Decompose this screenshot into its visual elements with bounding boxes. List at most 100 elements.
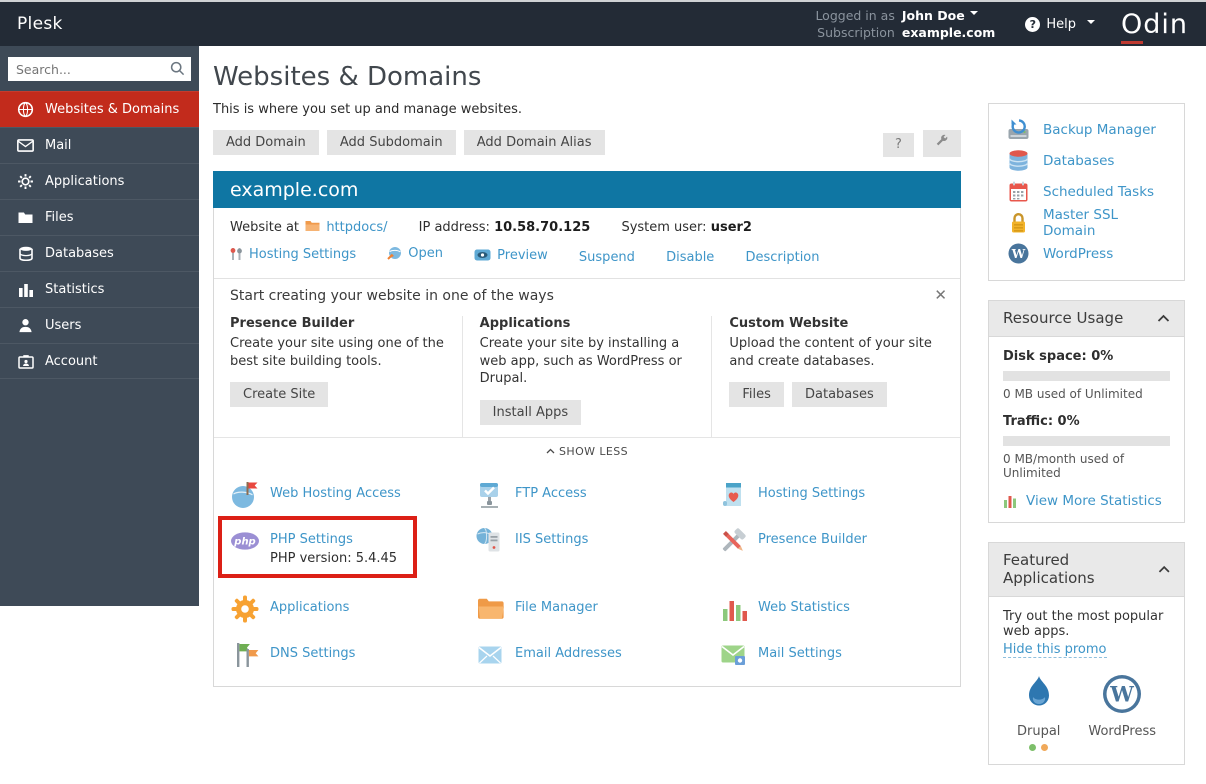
shortcut-backup-manager[interactable]: Backup Manager [989,114,1184,145]
php-texts: PHP Settings PHP version: 5.4.45 [270,526,397,566]
website-at: Website at httpdocs/ [230,220,392,235]
close-icon[interactable]: ✕ [934,286,947,304]
php-version-label: PHP version: 5.4.45 [270,551,397,566]
wordpress-icon: W [1101,673,1143,715]
domain-actions: Hosting Settings Open Preview Suspend Di… [214,235,960,278]
svg-text:php: php [233,536,255,547]
traffic-bar [1003,436,1170,446]
file-manager-icon [475,594,505,624]
hosting-settings-link[interactable]: Hosting Settings [230,247,356,262]
svg-text:W: W [1011,247,1026,261]
sidebar-item-label: Account [45,354,98,369]
page-subtitle: This is where you set up and manage webs… [213,102,961,117]
globe-icon [17,101,34,118]
user-menu[interactable]: John Doe [902,8,995,24]
disable-link[interactable]: Disable [666,250,714,265]
web-hosting-access-icon [230,480,260,510]
disk-space-bar [1003,371,1170,381]
sidebar-item-applications[interactable]: Applications [0,163,199,199]
shortcut-master-ssl-domain[interactable]: Master SSL Domain [989,207,1184,238]
disk-space-note: 0 MB used of Unlimited [1003,387,1170,401]
add-domain-alias-button[interactable]: Add Domain Alias [464,130,605,155]
open-site-link[interactable]: Open [387,246,443,261]
dns-flags-icon [230,640,260,670]
featured-applications-panel: Featured Applications Try out the most p… [988,542,1185,765]
domain-info-row: Website at httpdocs/ IP address: 10.58.7… [214,208,960,235]
view-more-statistics[interactable]: View More Statistics [1003,493,1170,509]
orange-dot [1041,744,1048,751]
promo-col-applications: Applications Create your site by install… [480,316,713,437]
databases-button[interactable]: Databases [792,382,887,407]
add-subdomain-button[interactable]: Add Subdomain [327,130,456,155]
sidebar-item-files[interactable]: Files [0,199,199,235]
featured-applications-header[interactable]: Featured Applications [989,543,1184,597]
search-input[interactable] [8,57,191,81]
help-menu[interactable]: ? Help [1025,17,1095,32]
tool-php-settings[interactable]: php PHP Settings PHP version: 5.4.45 [230,526,475,578]
svg-text:W: W [1109,682,1134,707]
app-label: Drupal [1017,724,1060,739]
email-envelope-icon [475,640,505,670]
promo-title: Start creating your website in one of th… [230,288,944,304]
tool-email-addresses[interactable]: Email Addresses [475,640,718,670]
bar-chart-icon [17,281,34,298]
sidebar-item-users[interactable]: Users [0,307,199,343]
help-label: Help [1046,17,1076,32]
resource-usage-header[interactable]: Resource Usage [989,301,1184,337]
tool-iis-settings[interactable]: IIS Settings [475,526,718,578]
promo-columns: Presence Builder Create your site using … [230,316,944,437]
tool-file-manager[interactable]: File Manager [475,594,718,624]
suspend-link[interactable]: Suspend [579,250,635,265]
tool-web-hosting-access[interactable]: Web Hosting Access [230,480,475,510]
plesk-logo[interactable]: Plesk [17,14,63,34]
shortcut-wordpress[interactable]: W WordPress [989,238,1184,269]
sidebar-item-databases[interactable]: Databases [0,235,199,271]
sidebar-item-websites-domains[interactable]: Websites & Domains [0,91,199,127]
ip-value: 10.58.70.125 [494,220,590,235]
subscription-link[interactable]: example.com [902,25,995,41]
page-title: Websites & Domains [213,62,961,92]
add-domain-button[interactable]: Add Domain [213,130,319,155]
sidebar-item-mail[interactable]: Mail [0,127,199,163]
mini-bar-chart-icon [1003,494,1018,508]
sidebar-item-label: Users [45,318,81,333]
tool-ftp-access[interactable]: FTP Access [475,480,718,510]
app-drupal[interactable]: Drupal [1017,673,1060,751]
tool-web-statistics[interactable]: Web Statistics [718,594,960,624]
create-site-button[interactable]: Create Site [230,382,328,407]
drupal-icon [1018,673,1060,715]
content-column: Websites & Domains This is where you set… [213,46,961,687]
ftp-access-icon [475,480,505,510]
sidebar-item-account[interactable]: Account [0,343,199,379]
docroot-link[interactable]: httpdocs/ [326,220,387,235]
tool-hosting-settings[interactable]: Hosting Settings [718,480,960,510]
help-button[interactable]: ? [883,133,914,157]
tool-mail-settings[interactable]: Mail Settings [718,640,960,670]
shortcut-scheduled-tasks[interactable]: Scheduled Tasks [989,176,1184,207]
tool-dns-settings[interactable]: DNS Settings [230,640,475,670]
preview-link[interactable]: Preview [474,248,548,263]
shortcut-databases[interactable]: Databases [989,145,1184,176]
sliders-icon [230,247,243,261]
folder-orange-icon [305,220,320,232]
hosting-settings-icon [718,480,748,510]
files-button[interactable]: Files [729,382,784,407]
app-wordpress[interactable]: W WordPress [1088,673,1156,751]
tool-applications[interactable]: Applications [230,594,475,624]
install-apps-button[interactable]: Install Apps [480,400,581,425]
search-box [0,46,199,91]
tool-presence-builder[interactable]: Presence Builder [718,526,960,578]
disk-space-label: Disk space: 0% [1003,349,1170,364]
settings-wrench-button[interactable] [923,130,961,157]
sidebar-item-label: Mail [45,138,71,153]
hide-promo-link[interactable]: Hide this promo [1003,642,1107,658]
promo-col-text: Upload the content of your site and crea… [729,335,944,370]
php-highlight-box: php PHP Settings PHP version: 5.4.45 [218,516,417,578]
description-link[interactable]: Description [745,250,819,265]
sidebar-item-statistics[interactable]: Statistics [0,271,199,307]
main-content: Websites & Domains This is where you set… [199,46,1206,606]
featured-applications-body: Try out the most popular web apps. Hide … [989,597,1184,764]
sidebar: Websites & Domains Mail Applications Fil… [0,46,199,606]
show-less-toggle[interactable]: SHOW LESS [214,437,960,466]
app-label: WordPress [1088,724,1156,739]
